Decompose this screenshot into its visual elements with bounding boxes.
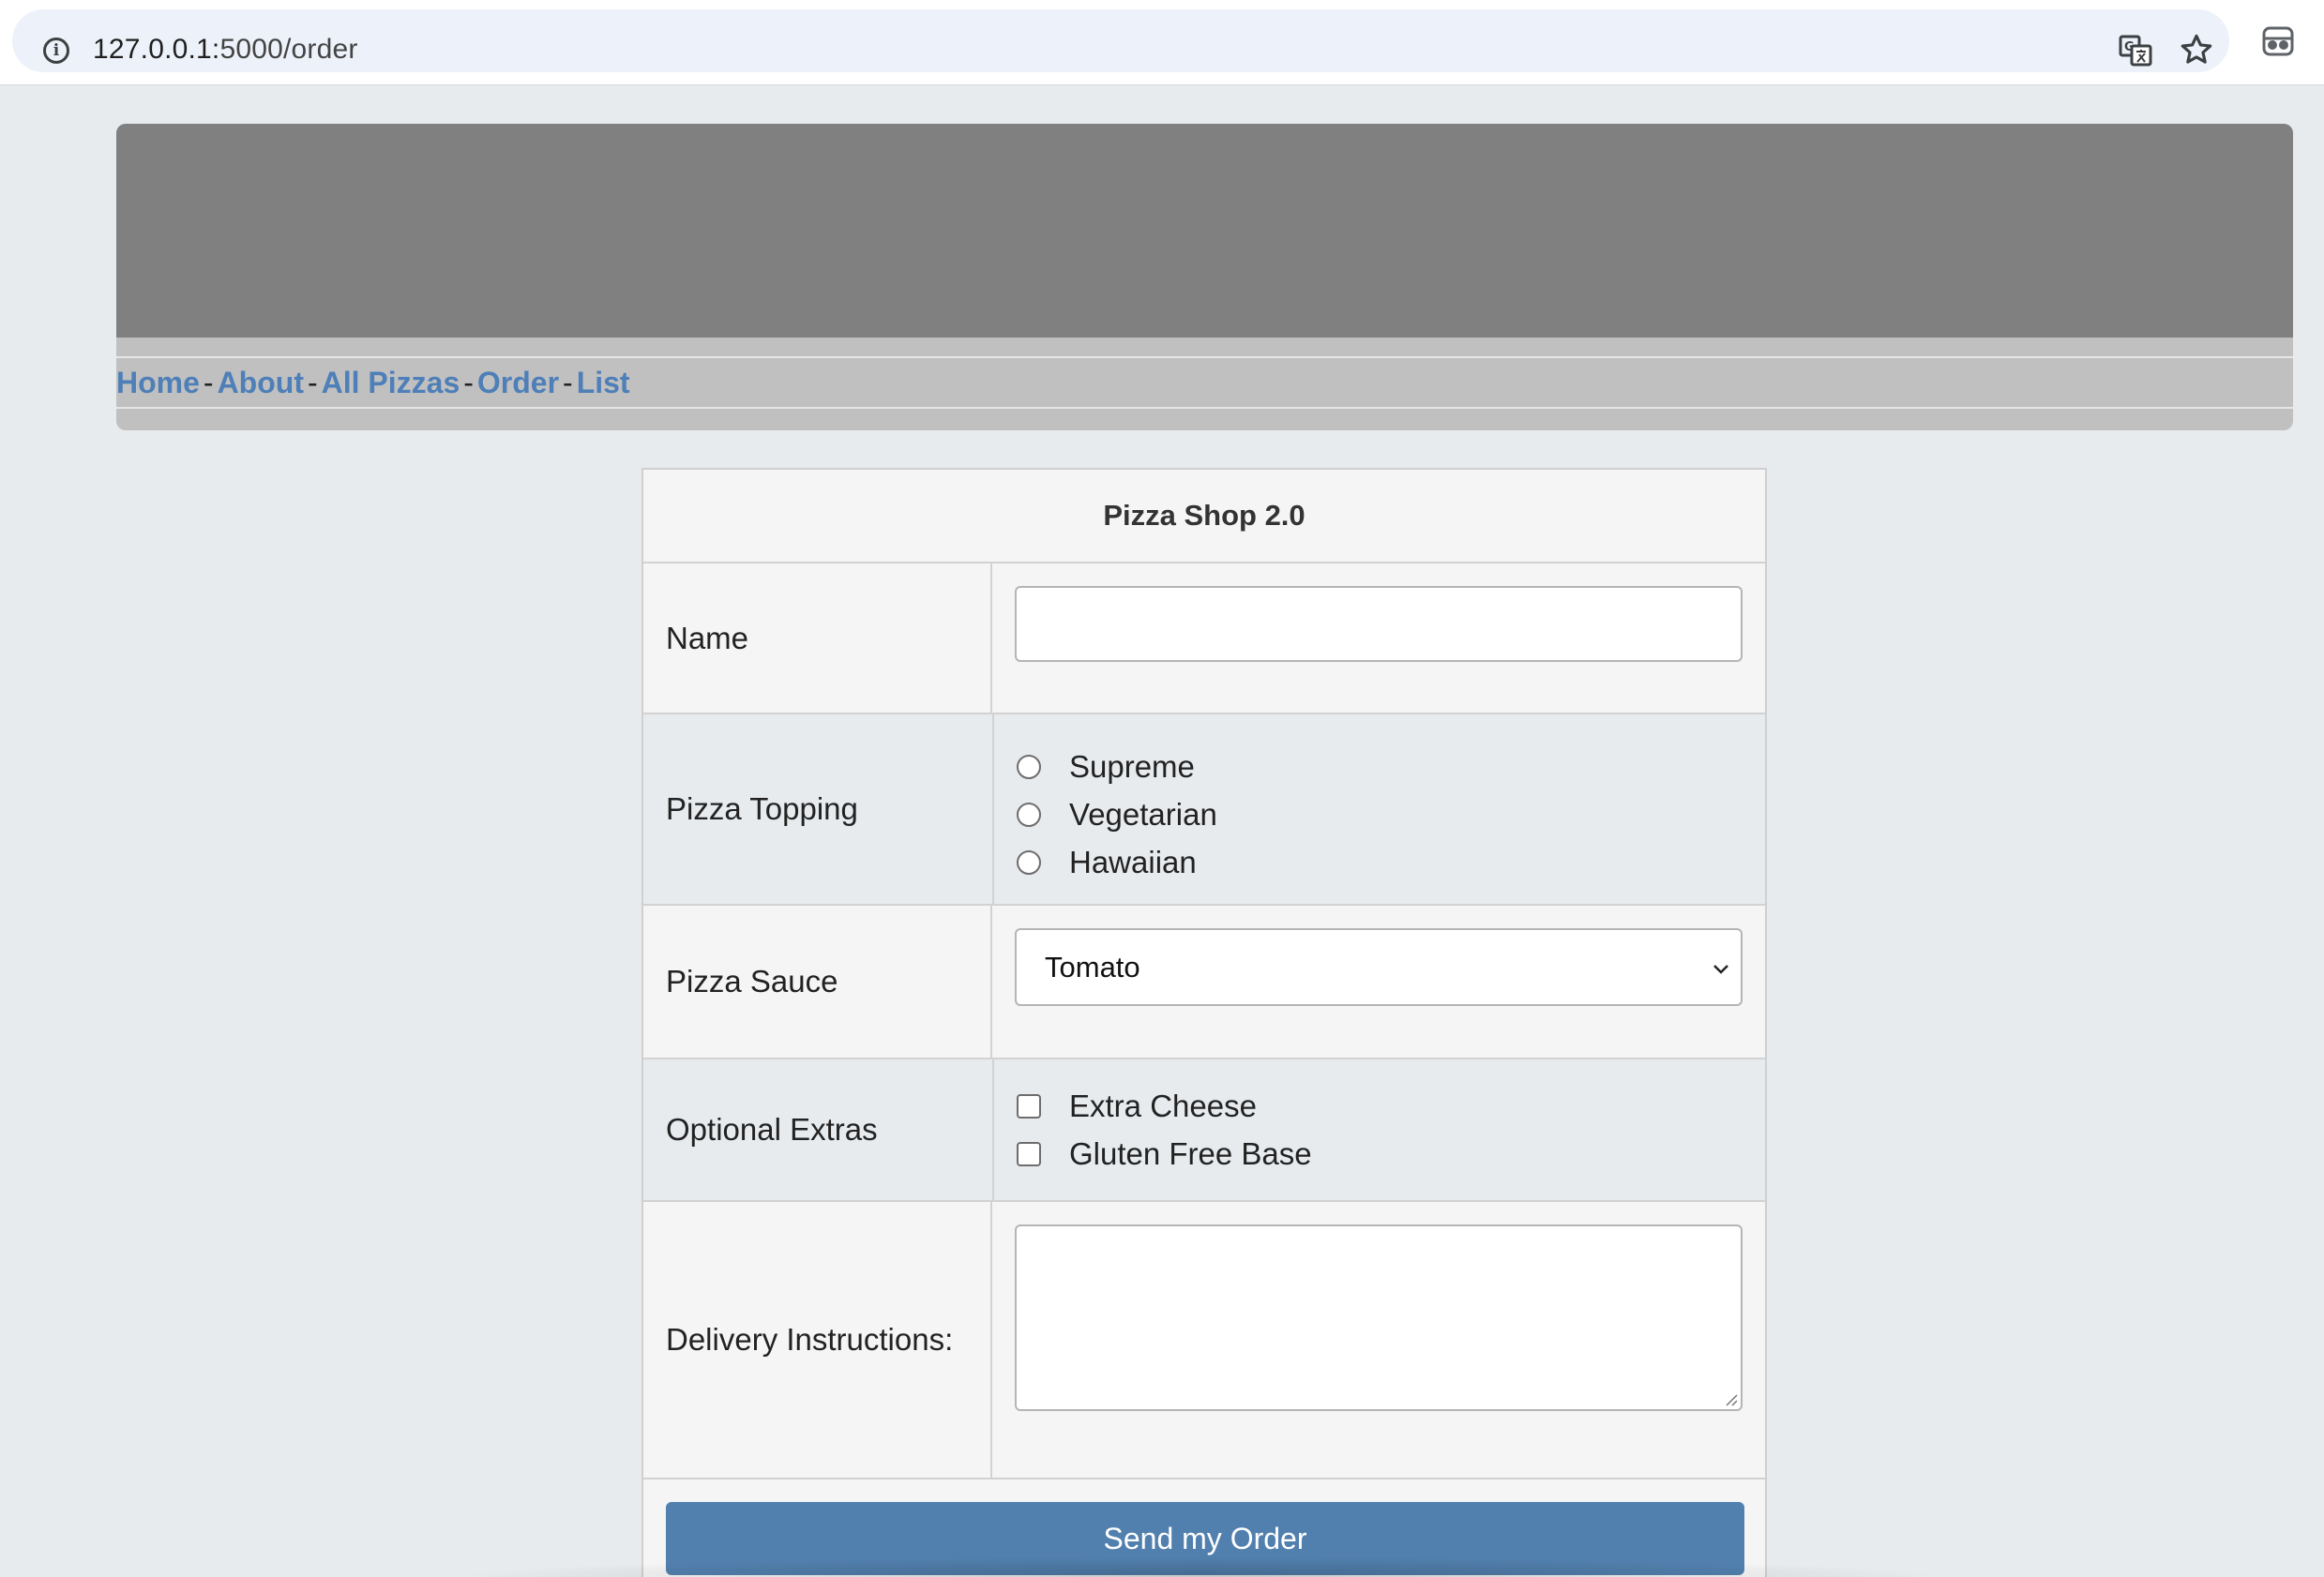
radio-button[interactable] <box>1017 754 1041 779</box>
url-host: 127.0.0.1: <box>93 34 220 65</box>
delivery-textarea[interactable] <box>1015 1224 1743 1411</box>
star-icon[interactable] <box>2179 32 2214 68</box>
extras-label: Optional Extras <box>643 1059 994 1200</box>
resize-handle-icon[interactable] <box>1723 1391 1738 1406</box>
page-bottom-shadow <box>450 1556 1951 1577</box>
sauce-selected-value: Tomato <box>1045 950 1140 984</box>
nav-link-list[interactable]: List <box>577 366 630 399</box>
name-row: Name <box>643 563 1765 714</box>
profile-icon[interactable] <box>2261 24 2295 58</box>
sauce-select[interactable]: Tomato <box>1015 928 1743 1006</box>
topping-option-label: Supreme <box>1069 748 1195 784</box>
url-text[interactable]: 127.0.0.1:5000/order <box>93 34 358 66</box>
nav-link-order[interactable]: Order <box>477 366 559 399</box>
nav-separator: - <box>563 366 573 399</box>
topping-option-label: Vegetarian <box>1069 796 1217 832</box>
topping-option-supreme[interactable]: Supreme <box>1017 743 1743 790</box>
extra-option-cheese[interactable]: Extra Cheese <box>1017 1082 1743 1130</box>
extra-option-label: Gluten Free Base <box>1069 1135 1312 1171</box>
topping-row: Pizza Topping Supreme Vegetarian Hawaiia… <box>643 714 1765 906</box>
name-input[interactable] <box>1015 586 1743 662</box>
translate-icon[interactable]: G <box>2119 34 2152 68</box>
topping-option-hawaiian[interactable]: Hawaiian <box>1017 838 1743 886</box>
topping-option-label: Hawaiian <box>1069 844 1197 879</box>
topping-options: Supreme Vegetarian Hawaiian <box>994 714 1765 904</box>
delivery-row: Delivery Instructions: <box>643 1202 1765 1479</box>
name-field-cell <box>992 563 1765 713</box>
extras-options: Extra Cheese Gluten Free Base <box>994 1059 1765 1200</box>
chevron-down-icon <box>1713 965 1728 974</box>
sauce-label: Pizza Sauce <box>643 906 992 1058</box>
url-path: 5000/order <box>219 34 358 65</box>
nav-bar: Home - About - All Pizzas - Order - List <box>116 356 2293 409</box>
site-header: Home - About - All Pizzas - Order - List <box>116 124 2293 430</box>
nav-separator: - <box>203 366 214 399</box>
header-banner <box>116 124 2293 338</box>
checkbox[interactable] <box>1017 1141 1041 1166</box>
name-label: Name <box>643 563 992 713</box>
nav-separator: - <box>307 366 318 399</box>
radio-button[interactable] <box>1017 849 1041 875</box>
delivery-field-cell <box>992 1202 1765 1478</box>
form-title: Pizza Shop 2.0 <box>643 470 1765 563</box>
extra-option-gluten-free[interactable]: Gluten Free Base <box>1017 1130 1743 1178</box>
radio-button[interactable] <box>1017 802 1041 827</box>
nav-link-all-pizzas[interactable]: All Pizzas <box>322 366 460 399</box>
browser-toolbar: i 127.0.0.1:5000/order G <box>0 0 2324 85</box>
order-form: Pizza Shop 2.0 Name Pizza Topping Suprem… <box>641 468 1767 1577</box>
topping-label: Pizza Topping <box>643 714 994 904</box>
delivery-label: Delivery Instructions: <box>643 1202 992 1478</box>
extra-option-label: Extra Cheese <box>1069 1088 1257 1123</box>
nav-links: Home - About - All Pizzas - Order - List <box>116 366 630 400</box>
info-icon[interactable]: i <box>43 38 69 64</box>
address-bar[interactable]: i 127.0.0.1:5000/order G <box>12 9 2229 72</box>
nav-link-home[interactable]: Home <box>116 366 200 399</box>
topping-option-vegetarian[interactable]: Vegetarian <box>1017 790 1743 838</box>
sauce-row: Pizza Sauce Tomato <box>643 906 1765 1059</box>
nav-link-about[interactable]: About <box>218 366 304 399</box>
sauce-field-cell: Tomato <box>992 906 1765 1058</box>
checkbox[interactable] <box>1017 1093 1041 1119</box>
extras-row: Optional Extras Extra Cheese Gluten Free… <box>643 1059 1765 1202</box>
nav-separator: - <box>463 366 474 399</box>
